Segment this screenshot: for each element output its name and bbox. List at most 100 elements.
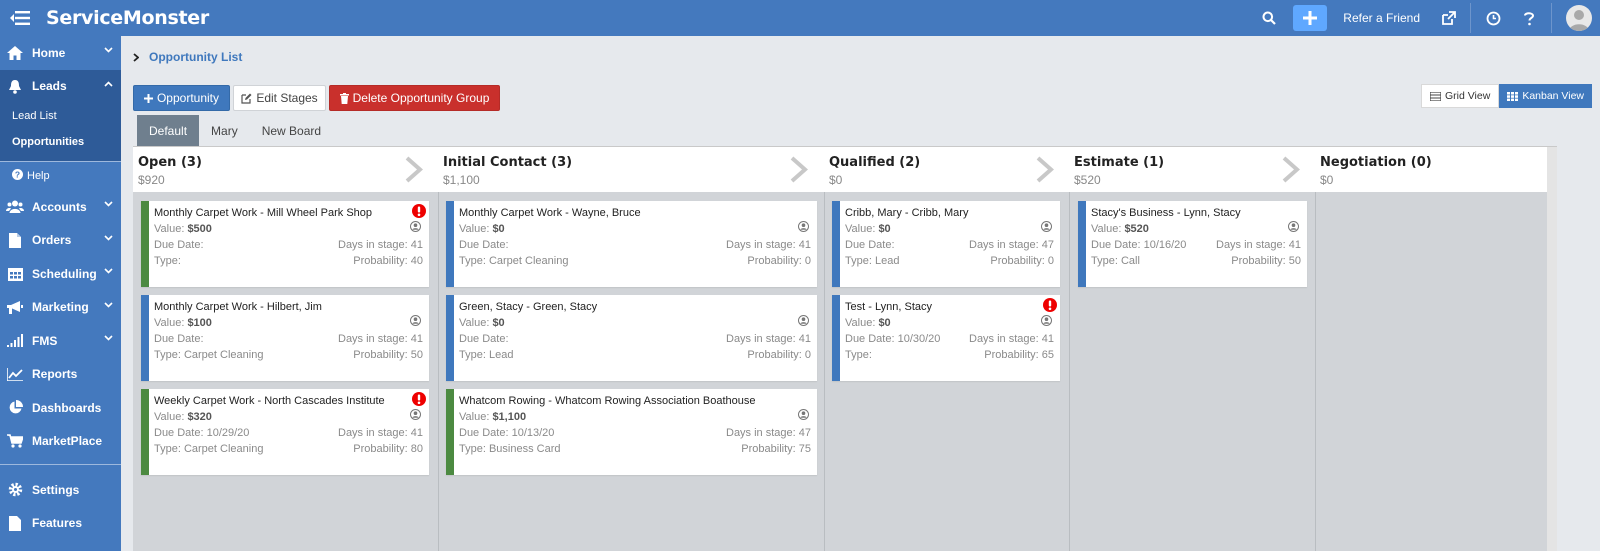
card-probability: Probability: 40	[353, 255, 423, 267]
sidebar-item-settings[interactable]: Settings	[0, 473, 121, 507]
tab-new-board[interactable]: New Board	[250, 115, 333, 146]
card-title: Monthly Carpet Work - Hilbert, Jim	[154, 301, 322, 313]
sidebar-item-label: Home	[32, 45, 66, 60]
opportunity-card[interactable]: Whatcom Rowing - Whatcom Rowing Associat…	[446, 389, 817, 475]
sidebar-item-marketplace[interactable]: MarketPlace	[0, 425, 121, 459]
opportunity-card[interactable]: Monthly Carpet Work - Wayne, Bruce Value:…	[446, 201, 817, 287]
grid-view-button[interactable]: Grid View	[1420, 84, 1500, 108]
card-due-row: Due Date: 10/29/20 Days in stage: 41	[154, 427, 423, 439]
column-divider	[1315, 192, 1316, 551]
sidebar-help-link[interactable]: ? Help	[0, 162, 121, 190]
card-type: Type:	[154, 255, 181, 267]
breadcrumb: Opportunity List	[133, 50, 242, 64]
chevron-down-icon	[104, 47, 113, 53]
view-toggle: Grid View Kanban View	[1420, 84, 1592, 108]
card-due-date: Due Date:	[459, 333, 509, 345]
user-circle-icon[interactable]	[1288, 221, 1299, 232]
user-circle-icon[interactable]	[798, 221, 809, 232]
sidebar-item-scheduling[interactable]: Scheduling	[0, 257, 121, 291]
sidebar-item-fms[interactable]: FMS	[0, 324, 121, 358]
column-header-estimate: Estimate (1) $520	[1069, 147, 1315, 192]
sidebar-item-home[interactable]: Home	[0, 36, 121, 70]
kanban-view-button[interactable]: Kanban View	[1499, 84, 1592, 108]
alert-icon[interactable]	[412, 204, 426, 218]
card-days-in-stage: Days in stage: 41	[726, 239, 811, 251]
user-circle-icon[interactable]	[410, 315, 421, 326]
app-logo[interactable]: ServiceMonster	[46, 7, 209, 29]
stage-arrow-icon	[405, 156, 423, 183]
user-circle-icon[interactable]	[798, 409, 809, 420]
card-title: Weekly Carpet Work - North Cascades Inst…	[154, 395, 385, 407]
plus-icon	[1303, 11, 1318, 25]
card-title: Monthly Carpet Work - Mill Wheel Park Sh…	[154, 207, 373, 219]
card-value-row: Value: $320	[154, 411, 423, 423]
card-due-row: Due Date: Days in stage: 41	[459, 239, 811, 251]
opportunity-card[interactable]: Cribb, Mary - Cribb, Mary Value: $0 Due Da…	[832, 201, 1060, 287]
external-link-icon[interactable]	[1430, 0, 1466, 36]
sidebar-item-label: MarketPlace	[32, 434, 103, 449]
list-icon	[1429, 91, 1441, 101]
leads-submenu: Lead List Opportunities	[0, 103, 121, 161]
th-icon	[1507, 91, 1519, 101]
edit-stages-button[interactable]: Edit Stages	[233, 85, 326, 111]
opportunity-card[interactable]: Green, Stacy - Green, Stacy Value: $0 Due …	[446, 295, 817, 381]
quick-add-button[interactable]	[1293, 5, 1328, 31]
user-circle-icon[interactable]	[1041, 315, 1052, 326]
opportunity-card[interactable]: Weekly Carpet Work - North Cascades Inst…	[141, 389, 429, 475]
cart-icon	[6, 432, 24, 450]
user-avatar-icon[interactable]	[1566, 5, 1592, 31]
sidebar-item-label: Settings	[32, 482, 80, 497]
card-value-label: Value:	[459, 223, 493, 235]
card-due-date: Due Date:	[459, 239, 509, 251]
card-type-row: Type: Probability: 40	[154, 255, 423, 267]
card-value-label: Value:	[459, 411, 493, 423]
alert-icon[interactable]	[412, 392, 426, 406]
search-icon[interactable]	[1251, 0, 1287, 36]
opportunity-card[interactable]: Stacy's Business - Lynn, Stacy Value: $52…	[1078, 201, 1307, 287]
opportunity-card[interactable]: Monthly Carpet Work - Mill Wheel Park Sh…	[141, 201, 429, 287]
card-value: $500	[187, 223, 212, 235]
user-circle-icon[interactable]	[410, 409, 421, 420]
card-probability: Probability: 50	[1231, 255, 1301, 267]
card-type-row: Type: Call Probability: 50	[1091, 255, 1301, 267]
sidebar-item-orders[interactable]: Orders	[0, 224, 121, 258]
card-title: Cribb, Mary - Cribb, Mary	[845, 207, 969, 219]
sidebar-subitem-opportunities[interactable]: Opportunities	[0, 129, 121, 155]
sidebar-item-label: Features	[32, 516, 83, 531]
card-value-row: Value: $0	[459, 223, 811, 235]
user-circle-icon[interactable]	[798, 315, 809, 326]
card-days-in-stage: Days in stage: 41	[969, 333, 1054, 345]
sidebar-item-marketing[interactable]: Marketing	[0, 291, 121, 325]
sidebar-item-features[interactable]: Features	[0, 507, 121, 541]
tab-default[interactable]: Default	[137, 115, 200, 146]
sidebar-subitem-lead-list[interactable]: Lead List	[0, 103, 121, 129]
user-circle-icon[interactable]	[1041, 221, 1052, 232]
chevron-down-icon	[104, 335, 113, 341]
chevron-up-icon	[104, 80, 113, 87]
delete-opportunity-group-button[interactable]: Delete Opportunity Group	[329, 85, 500, 111]
bell-icon	[6, 77, 24, 95]
chevron-right-icon	[133, 52, 139, 62]
card-due-row: Due Date: Days in stage: 41	[154, 239, 423, 251]
add-opportunity-button[interactable]: Opportunity	[133, 85, 230, 111]
clock-icon[interactable]	[1475, 0, 1511, 36]
alert-icon[interactable]	[1043, 298, 1057, 312]
menu-toggle-icon[interactable]	[2, 0, 38, 36]
opportunity-card[interactable]: Monthly Carpet Work - Hilbert, Jim Value:…	[141, 295, 429, 381]
sidebar-item-leads[interactable]: Leads	[0, 69, 121, 103]
sidebar-item-accounts[interactable]: Accounts	[0, 190, 121, 224]
sidebar-item-dashboards[interactable]: Dashboards	[0, 391, 121, 425]
user-circle-icon[interactable]	[410, 221, 421, 232]
card-type-row: Type: Lead Probability: 0	[459, 349, 811, 361]
breadcrumb-current[interactable]: Opportunity List	[149, 50, 242, 64]
card-days-in-stage: Days in stage: 41	[1216, 239, 1301, 251]
tab-mary[interactable]: Mary	[199, 115, 250, 146]
help-icon[interactable]	[1511, 0, 1547, 36]
sidebar-item-reports[interactable]: Reports	[0, 358, 121, 392]
opportunity-card[interactable]: Test - Lynn, Stacy Value: $0 Due Date: 10/…	[832, 295, 1060, 381]
sidebar-item-label: Dashboards	[32, 400, 102, 415]
board-scrollbar[interactable]	[1547, 147, 1557, 551]
refer-a-friend-link[interactable]: Refer a Friend	[1343, 11, 1420, 25]
card-type-row: Type: Probability: 65	[845, 349, 1054, 361]
sidebar-item-label: FMS	[32, 333, 58, 348]
